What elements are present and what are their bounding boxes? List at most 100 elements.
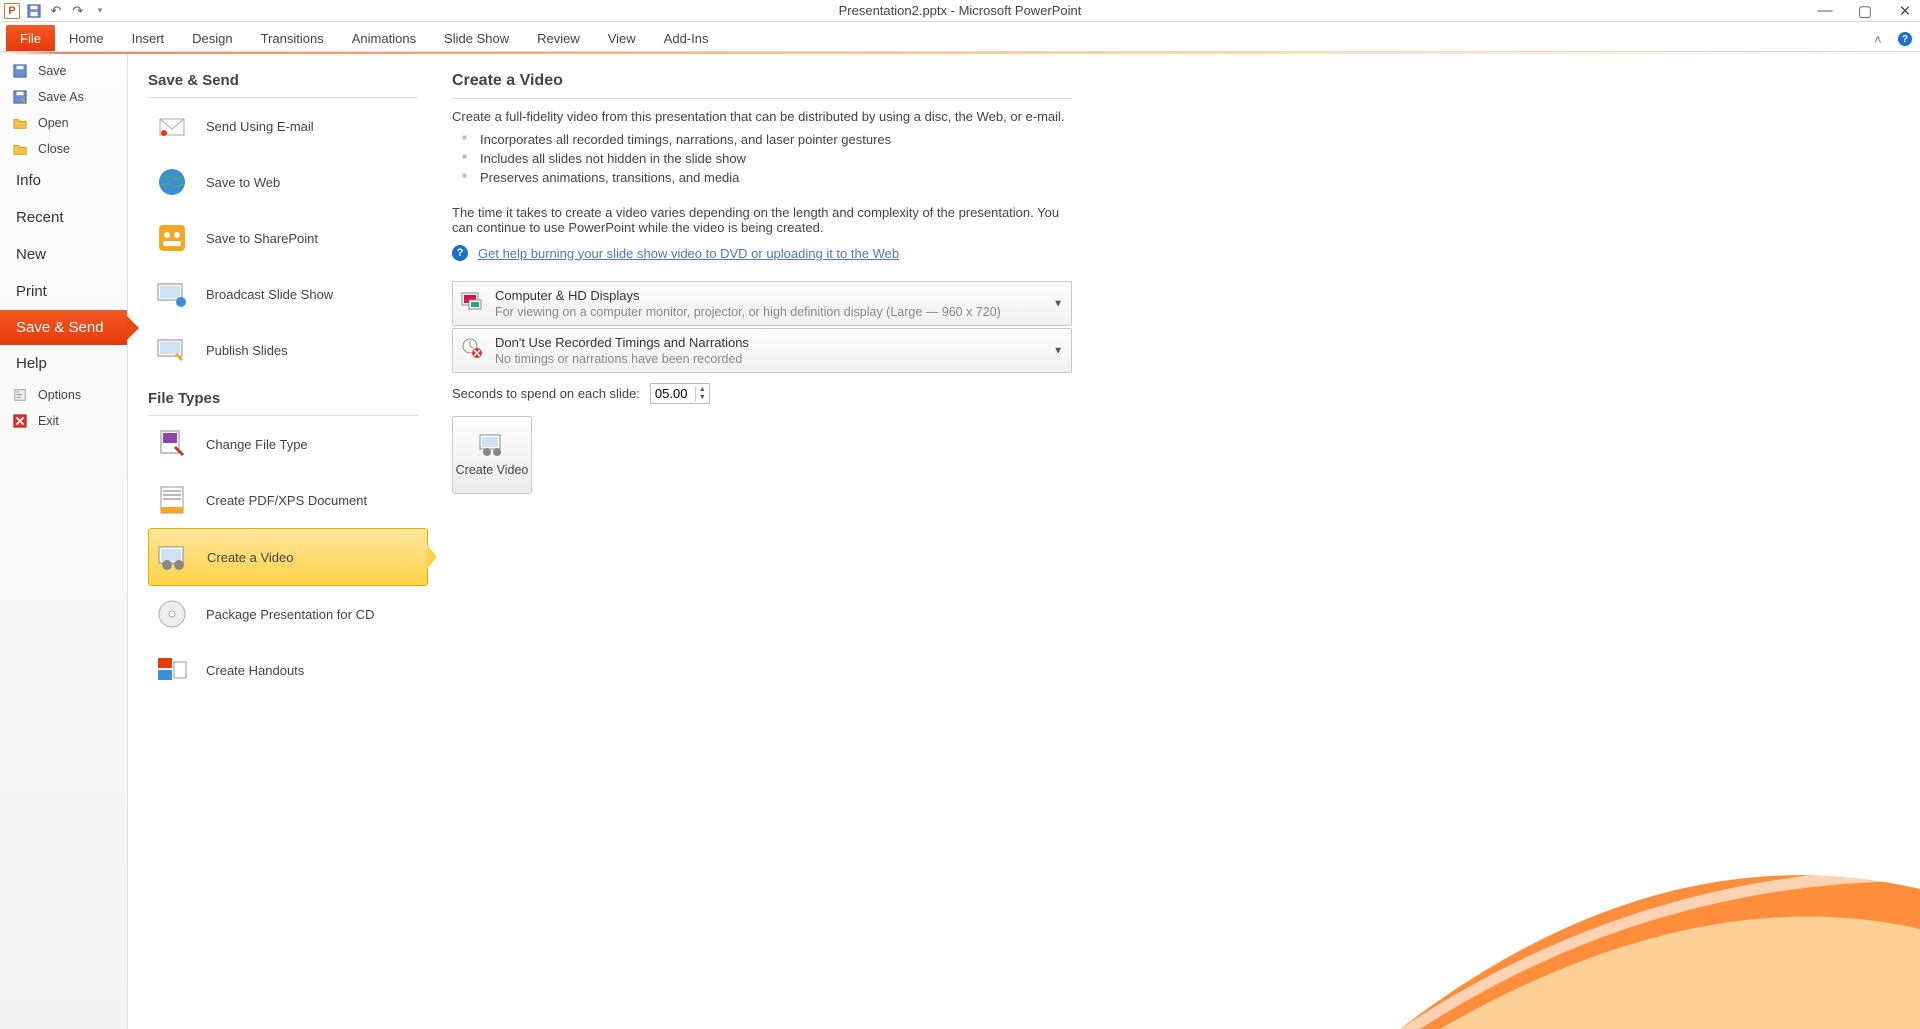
ribbon-tabs: File Home Insert Design Transitions Anim… bbox=[0, 22, 1920, 52]
qat-customize-icon[interactable]: ▾ bbox=[92, 3, 108, 19]
dropdown-display-title: Computer & HD Displays bbox=[495, 288, 1045, 303]
help-info-icon: ? bbox=[452, 245, 468, 261]
nav-help[interactable]: Help bbox=[0, 345, 127, 382]
options-icon bbox=[12, 387, 28, 403]
feature-item: Includes all slides not hidden in the sl… bbox=[462, 149, 1890, 168]
save-as-icon bbox=[12, 89, 28, 105]
envelope-icon bbox=[156, 110, 188, 142]
close-button[interactable]: ✕ bbox=[1896, 2, 1914, 20]
help-link[interactable]: Get help burning your slide show video t… bbox=[478, 246, 899, 261]
save-icon bbox=[12, 63, 28, 79]
spinner-arrows[interactable]: ▲▼ bbox=[695, 386, 709, 402]
dropdown-timings-title: Don't Use Recorded Timings and Narration… bbox=[495, 335, 1045, 350]
opt-save-sharepoint[interactable]: Save to SharePoint bbox=[148, 210, 418, 266]
opt-pdf-xps[interactable]: Create PDF/XPS Document bbox=[148, 472, 418, 528]
pdf-xps-icon bbox=[156, 484, 188, 516]
nav-exit[interactable]: Exit bbox=[0, 408, 127, 434]
decorative-swoosh bbox=[1400, 769, 1920, 1029]
file-types-header: File Types bbox=[148, 390, 418, 416]
app-icon: P bbox=[4, 3, 20, 19]
nav-new[interactable]: New bbox=[0, 236, 127, 273]
nav-save-as[interactable]: Save As bbox=[0, 84, 127, 110]
qat-undo-icon[interactable]: ↶ bbox=[48, 3, 64, 19]
opt-send-email[interactable]: Send Using E-mail bbox=[148, 98, 418, 154]
nav-info[interactable]: Info bbox=[0, 162, 127, 199]
nav-options[interactable]: Options bbox=[0, 382, 127, 408]
feature-item: Incorporates all recorded timings, narra… bbox=[462, 130, 1890, 149]
nav-save-as-label: Save As bbox=[38, 90, 84, 104]
save-send-options: Save & Send Send Using E-mail Save to We… bbox=[128, 54, 428, 1029]
seconds-input[interactable] bbox=[651, 384, 695, 403]
tab-home[interactable]: Home bbox=[55, 25, 118, 51]
spinner-down-icon[interactable]: ▼ bbox=[696, 394, 709, 402]
opt-save-sharepoint-label: Save to SharePoint bbox=[206, 231, 318, 246]
cd-icon bbox=[156, 598, 188, 630]
tab-animations[interactable]: Animations bbox=[338, 25, 430, 51]
dropdown-timings[interactable]: Don't Use Recorded Timings and Narration… bbox=[452, 328, 1072, 373]
window-title: Presentation2.pptx - Microsoft PowerPoin… bbox=[839, 3, 1082, 18]
nav-exit-label: Exit bbox=[38, 414, 59, 428]
opt-handouts-label: Create Handouts bbox=[206, 663, 304, 678]
nav-close-label: Close bbox=[38, 142, 70, 156]
panel-note: The time it takes to create a video vari… bbox=[452, 205, 1072, 235]
opt-broadcast-label: Broadcast Slide Show bbox=[206, 287, 333, 302]
opt-publish[interactable]: Publish Slides bbox=[148, 322, 418, 378]
seconds-spinner[interactable]: ▲▼ bbox=[650, 383, 710, 404]
nav-save-send[interactable]: Save & Send bbox=[0, 310, 127, 345]
spinner-up-icon[interactable]: ▲ bbox=[696, 386, 709, 394]
tab-transitions[interactable]: Transitions bbox=[247, 25, 338, 51]
publish-slides-icon bbox=[156, 334, 188, 366]
backstage-view: Save Save As Open Close Info Recent New … bbox=[0, 54, 1920, 1029]
opt-package-cd[interactable]: Package Presentation for CD bbox=[148, 586, 418, 642]
opt-broadcast[interactable]: Broadcast Slide Show bbox=[148, 266, 418, 322]
opt-change-file-type-label: Change File Type bbox=[206, 437, 308, 452]
create-video-button-icon bbox=[478, 433, 506, 457]
title-bar: P ↶ ↷ ▾ Presentation2.pptx - Microsoft P… bbox=[0, 0, 1920, 22]
qat-save-icon[interactable] bbox=[26, 3, 42, 19]
tab-view[interactable]: View bbox=[594, 25, 650, 51]
nav-print[interactable]: Print bbox=[0, 273, 127, 310]
opt-publish-label: Publish Slides bbox=[206, 343, 288, 358]
dropdown-arrow-icon: ▼ bbox=[1053, 345, 1063, 356]
seconds-row: Seconds to spend on each slide: ▲▼ bbox=[452, 383, 1890, 404]
nav-close[interactable]: Close bbox=[0, 136, 127, 162]
nav-open[interactable]: Open bbox=[0, 110, 127, 136]
ribbon-minimize-icon[interactable]: ˄ bbox=[1874, 32, 1888, 46]
tab-design[interactable]: Design bbox=[178, 25, 246, 51]
window-controls: — ▢ ✕ bbox=[1816, 2, 1914, 20]
backstage-left-nav: Save Save As Open Close Info Recent New … bbox=[0, 54, 128, 1029]
tab-insert[interactable]: Insert bbox=[118, 25, 179, 51]
display-size-icon bbox=[461, 290, 483, 312]
maximize-button[interactable]: ▢ bbox=[1856, 2, 1874, 20]
nav-save-label: Save bbox=[38, 64, 67, 78]
opt-change-file-type[interactable]: Change File Type bbox=[148, 416, 418, 472]
nav-save[interactable]: Save bbox=[0, 58, 127, 84]
tab-file[interactable]: File bbox=[6, 25, 55, 51]
opt-pdf-xps-label: Create PDF/XPS Document bbox=[206, 493, 367, 508]
broadcast-icon bbox=[156, 278, 188, 310]
help-icon[interactable]: ? bbox=[1898, 32, 1912, 46]
opt-package-cd-label: Package Presentation for CD bbox=[206, 607, 374, 622]
create-video-button[interactable]: Create Video bbox=[452, 416, 532, 494]
panel-title: Create a Video bbox=[452, 72, 1072, 99]
panel-lead: Create a full-fidelity video from this p… bbox=[452, 109, 1072, 124]
create-video-panel: Create a Video Create a full-fidelity vi… bbox=[428, 54, 1920, 1029]
tab-slide-show[interactable]: Slide Show bbox=[430, 25, 523, 51]
dropdown-display-size[interactable]: Computer & HD Displays For viewing on a … bbox=[452, 281, 1072, 326]
opt-send-email-label: Send Using E-mail bbox=[206, 119, 314, 134]
minimize-button[interactable]: — bbox=[1816, 2, 1834, 19]
open-icon bbox=[12, 115, 28, 131]
dropdown-display-sub: For viewing on a computer monitor, proje… bbox=[495, 305, 1045, 319]
tab-review[interactable]: Review bbox=[523, 25, 594, 51]
tab-add-ins[interactable]: Add-Ins bbox=[650, 25, 723, 51]
qat-redo-icon[interactable]: ↷ bbox=[70, 3, 86, 19]
close-folder-icon bbox=[12, 141, 28, 157]
sharepoint-icon bbox=[156, 222, 188, 254]
opt-save-web[interactable]: Save to Web bbox=[148, 154, 418, 210]
change-file-type-icon bbox=[156, 428, 188, 460]
feature-list: Incorporates all recorded timings, narra… bbox=[462, 130, 1890, 187]
opt-create-video[interactable]: Create a Video bbox=[148, 528, 428, 586]
nav-open-label: Open bbox=[38, 116, 69, 130]
nav-recent[interactable]: Recent bbox=[0, 199, 127, 236]
opt-handouts[interactable]: Create Handouts bbox=[148, 642, 418, 698]
